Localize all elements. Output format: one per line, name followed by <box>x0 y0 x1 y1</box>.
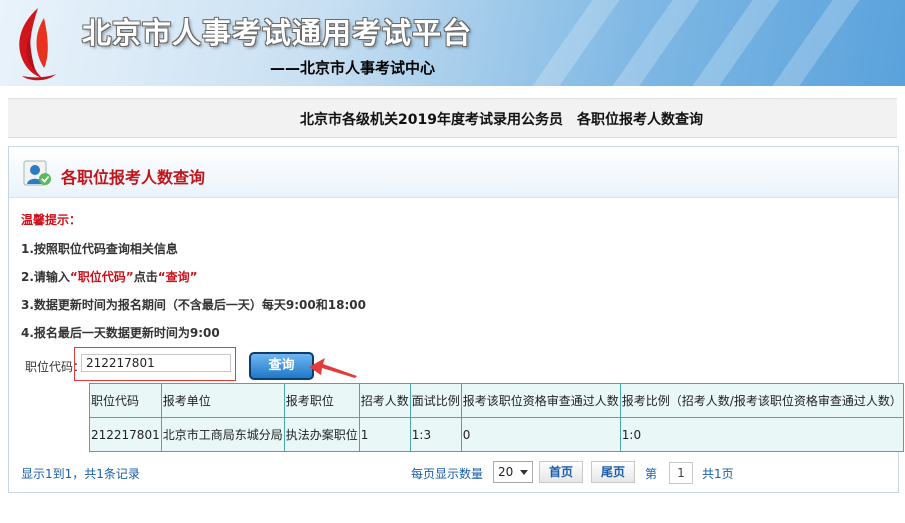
column-header: 面试比例 <box>409 383 462 418</box>
page-label: 第 <box>645 467 658 481</box>
table-header-row: 职位代码 报考单位 报考职位 招考人数 面试比例 报考该职位资格审查通过人数 报考比例（招考… <box>89 383 904 418</box>
column-header: 招考人数 <box>358 383 411 418</box>
per-page-select[interactable]: 20 <box>493 461 533 483</box>
column-header: 报考单位 <box>160 383 285 418</box>
table-cell: 北京市工商局东城分局 <box>160 417 285 452</box>
per-page-label: 每页显示数量 <box>411 467 484 481</box>
tip-line-2: 2.请输入“职位代码”点击“查询” <box>21 268 198 285</box>
first-page-button[interactable]: 首页 <box>539 461 583 483</box>
tip-line-2-keyword: “职位代码” <box>69 270 134 284</box>
red-arrow-annotation-icon <box>309 358 357 378</box>
column-header: 报考比例（招考人数/报考该职位资格审查通过人数） <box>619 383 904 418</box>
site-header: 北京市人事考试通用考试平台 ——北京市人事考试中心 <box>0 0 905 86</box>
tip-line-2-text: 2.请输入 <box>21 270 70 284</box>
tip-line-1: 1.按照职位代码查询相关信息 <box>21 242 178 256</box>
site-subtitle: ——北京市人事考试中心 <box>270 59 436 77</box>
table-cell: 0 <box>460 417 621 452</box>
last-page-button[interactable]: 尾页 <box>591 461 635 483</box>
tip-line-2-text: 点击 <box>133 270 158 284</box>
column-header: 报考该职位资格审查通过人数 <box>460 383 621 418</box>
page-heading-bar: 北京市各级机关2019年度考试录用公务员 各职位报考人数查询 <box>8 98 897 138</box>
table-cell: 1 <box>358 417 411 452</box>
tip-line-3: 3.数据更新时间为报名期间（不含最后一天）每天9:00和18:00 <box>21 298 366 312</box>
per-page-value: 20 <box>498 465 514 479</box>
tips-heading: 温馨提示： <box>21 213 82 227</box>
column-header: 报考职位 <box>283 383 360 418</box>
position-code-input[interactable] <box>81 354 231 372</box>
header-decoration <box>521 0 621 86</box>
table-cell: 执法办案职位 <box>283 417 360 452</box>
header-decoration <box>761 0 861 86</box>
header-decoration <box>601 0 701 86</box>
panel-title: 各职位报考人数查询 <box>61 168 206 187</box>
page-heading: 北京市各级机关2019年度考试录用公务员 各职位报考人数查询 <box>300 112 703 128</box>
panel-header: 各职位报考人数查询 <box>9 147 898 198</box>
record-summary: 显示1到1，共1条记录 <box>21 467 140 481</box>
table-cell: 212217801 <box>89 417 162 452</box>
dropdown-caret-icon <box>520 470 528 475</box>
table-cell: 1:0 <box>619 417 904 452</box>
tip-line-4: 4.报名最后一天数据更新时间为9:00 <box>21 326 220 340</box>
query-panel: 各职位报考人数查询 温馨提示： 1.按照职位代码查询相关信息 2.请输入“职位代… <box>8 146 904 493</box>
table-row: 212217801 北京市工商局东城分局 执法办案职位 1 1:3 0 1:0 <box>89 417 904 452</box>
total-pages: 共1页 <box>702 467 734 481</box>
tip-line-2-keyword: “查询” <box>157 270 198 284</box>
header-decoration <box>681 0 781 86</box>
site-title: 北京市人事考试通用考试平台 <box>82 16 473 50</box>
flame-logo-icon <box>19 8 56 81</box>
results-table: 职位代码 报考单位 报考职位 招考人数 面试比例 报考该职位资格审查通过人数 报考比例（招考… <box>89 383 904 452</box>
column-header: 职位代码 <box>89 383 162 418</box>
user-profile-icon <box>23 160 51 186</box>
table-cell: 1:3 <box>409 417 462 452</box>
page-number-input[interactable]: 1 <box>669 462 693 484</box>
